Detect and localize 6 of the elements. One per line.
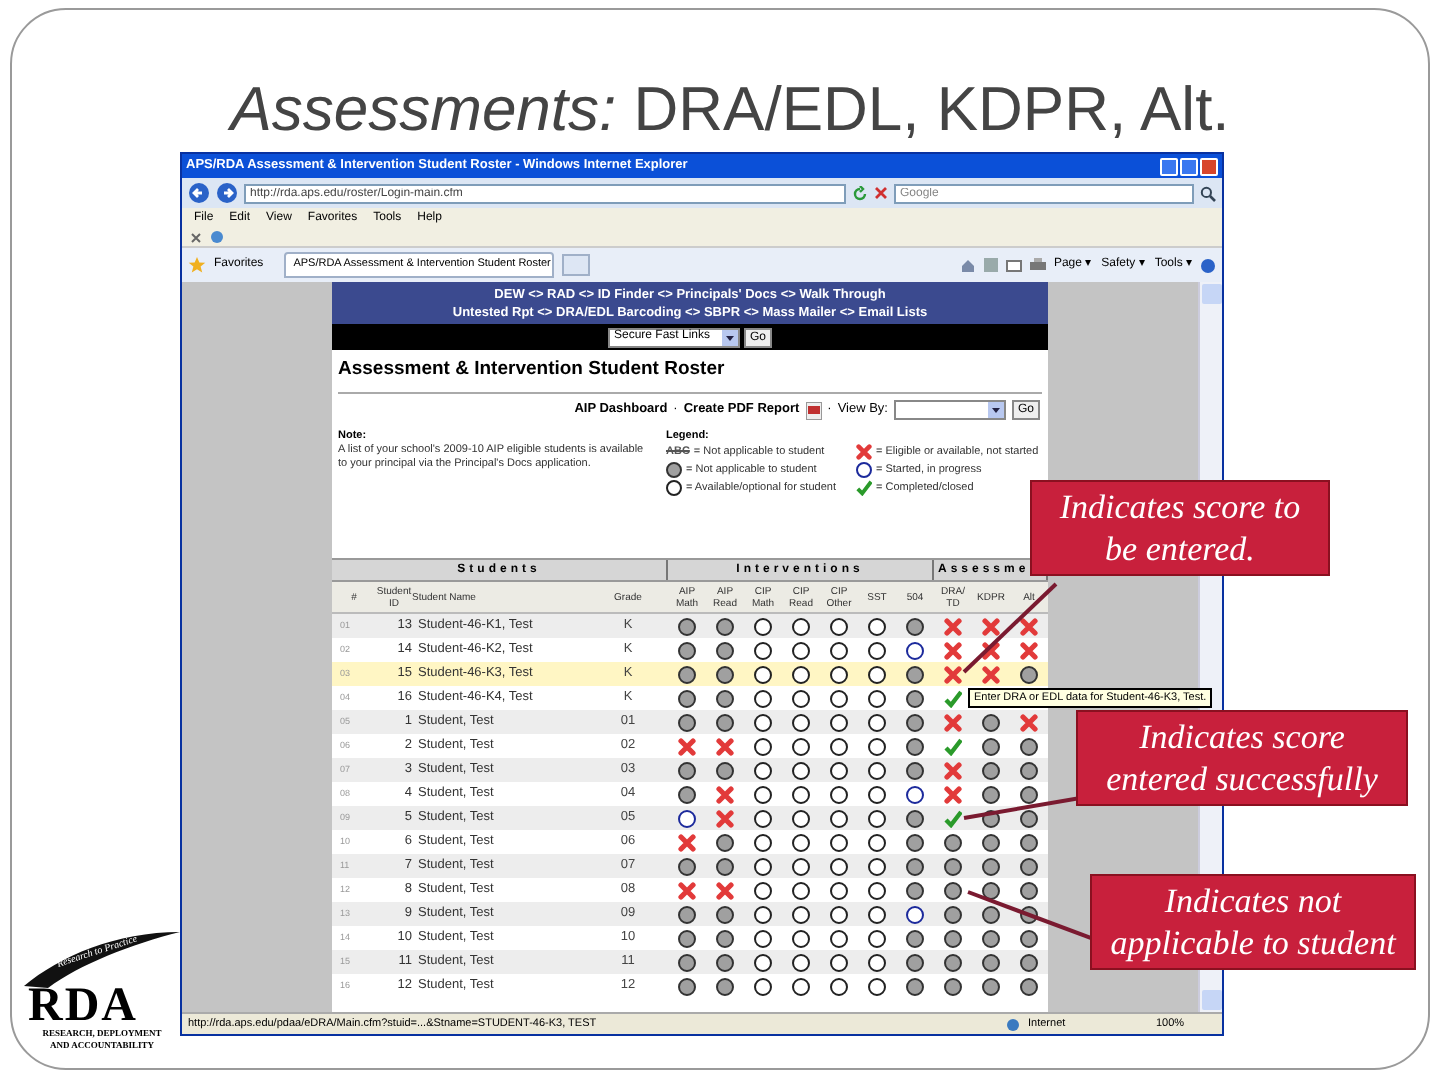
callout-box: Indicates score to be entered. (1030, 480, 1330, 576)
slide-title: Assessments: DRA/EDL, KDPR, Alt. (225, 72, 1232, 148)
logo-mark: RDA (28, 984, 138, 1028)
callout-box: Indicates score entered successfully (1076, 710, 1408, 806)
page-heading: Assessment & Intervention Student Roster (338, 356, 725, 385)
callout-box: Indicates not applicable to student (1090, 874, 1416, 970)
